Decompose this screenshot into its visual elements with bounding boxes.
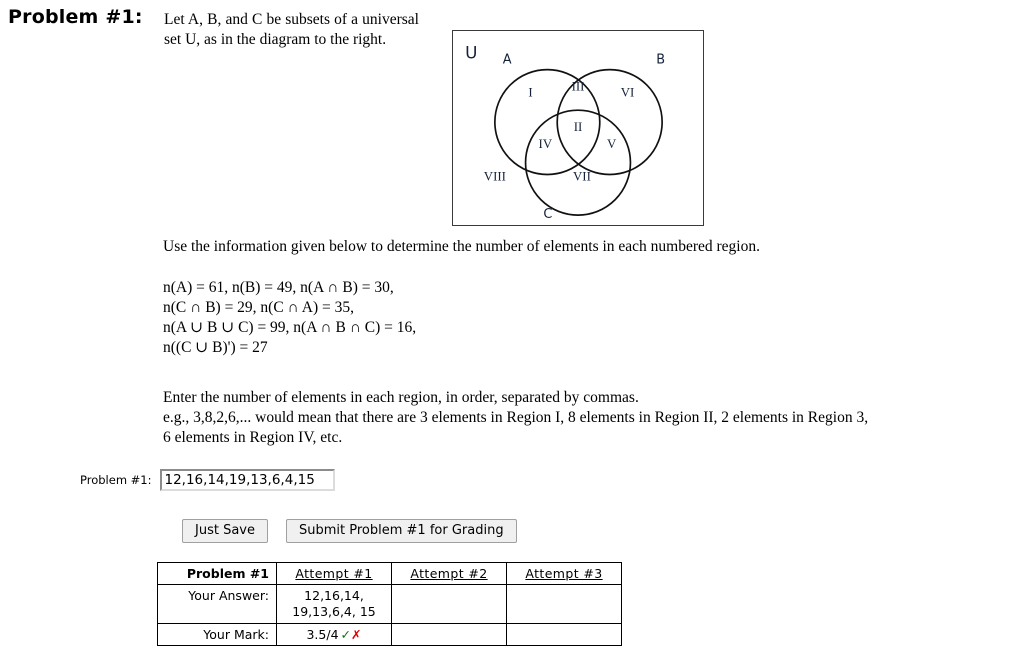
answer-input-label: Problem #1: bbox=[80, 473, 152, 487]
venn-region-label-7: VII bbox=[573, 169, 591, 183]
table-header-attempt-2: Attempt #2 bbox=[391, 562, 507, 585]
table-header-attempt-3: Attempt #3 bbox=[506, 562, 622, 585]
entry-instruction-line-1: Enter the number of elements in each reg… bbox=[163, 389, 639, 406]
venn-region-label-2: II bbox=[574, 120, 583, 134]
venn-region-label-8: VIII bbox=[484, 169, 506, 183]
given-value-line-2: n(C ∩ B) = 29, n(C ∩ A) = 35, bbox=[163, 299, 354, 316]
your-answer-attempt-2 bbox=[391, 584, 507, 624]
venn-region-label-6: VI bbox=[621, 85, 635, 99]
venn-universe-label: U bbox=[465, 43, 477, 63]
check-mark-icon: ✓ bbox=[340, 627, 352, 642]
results-table-wrapper: Problem #1 Attempt #1 Attempt #2 Attempt… bbox=[157, 562, 622, 646]
attempts-results-table: Problem #1 Attempt #1 Attempt #2 Attempt… bbox=[157, 562, 622, 646]
your-mark-attempt-1: 3.5/4 ✓✗ bbox=[276, 623, 392, 646]
table-header-attempt-1: Attempt #1 bbox=[276, 562, 392, 585]
venn-region-label-1: I bbox=[528, 85, 532, 99]
table-row: Your Answer: 12,16,14, 19,13,6,4, 15 bbox=[157, 584, 622, 624]
form-button-row: Just Save Submit Problem #1 for Grading bbox=[182, 519, 517, 543]
just-save-button[interactable]: Just Save bbox=[182, 519, 268, 543]
table-header-row: Problem #1 Attempt #1 Attempt #2 Attempt… bbox=[157, 562, 622, 585]
venn-region-label-5: V bbox=[607, 137, 617, 151]
entry-instructions-block: Enter the number of elements in each reg… bbox=[163, 388, 1018, 448]
venn-set-label-b: B bbox=[656, 53, 665, 68]
use-information-line: Use the information given below to deter… bbox=[163, 238, 760, 255]
table-row: Your Mark: 3.5/4 ✓✗ bbox=[157, 623, 622, 646]
cross-mark-icon: ✗ bbox=[351, 627, 362, 642]
entry-instruction-line-3: 6 elements in Region IV, etc. bbox=[163, 429, 343, 446]
your-mark-attempt-2 bbox=[391, 623, 507, 646]
venn-diagram-svg: U A B C I III VI II IV V VII VIII bbox=[465, 43, 665, 222]
page-title: Problem #1: bbox=[8, 6, 143, 28]
your-mark-label: Your Mark: bbox=[157, 623, 277, 646]
table-header-problem: Problem #1 bbox=[157, 562, 277, 585]
given-value-line-3: n(A ∪ B ∪ C) = 99, n(A ∩ B ∩ C) = 16, bbox=[163, 319, 417, 336]
answer-input-row: Problem #1: bbox=[80, 469, 335, 491]
answer-input[interactable] bbox=[159, 469, 335, 491]
submit-for-grading-button[interactable]: Submit Problem #1 for Grading bbox=[286, 519, 517, 543]
your-answer-label: Your Answer: bbox=[157, 584, 277, 624]
attempt-2-label: Attempt #2 bbox=[410, 566, 488, 581]
given-values-block: n(A) = 61, n(B) = 49, n(A ∩ B) = 30, n(C… bbox=[163, 278, 663, 358]
given-value-line-4: n((C ∪ B)') = 27 bbox=[163, 339, 268, 356]
entry-instruction-line-2: e.g., 3,8,2,6,... would mean that there … bbox=[163, 409, 869, 426]
given-value-line-1: n(A) = 61, n(B) = 49, n(A ∩ B) = 30, bbox=[163, 279, 394, 296]
venn-set-label-c: C bbox=[543, 207, 552, 222]
attempt-1-label: Attempt #1 bbox=[295, 566, 373, 581]
attempt-3-label: Attempt #3 bbox=[525, 566, 603, 581]
mark-score-value: 3.5/4 bbox=[306, 627, 339, 642]
venn-set-label-a: A bbox=[503, 53, 512, 68]
your-mark-attempt-3 bbox=[506, 623, 622, 646]
venn-region-label-4: IV bbox=[539, 137, 553, 151]
venn-region-label-3: III bbox=[572, 79, 585, 93]
your-answer-attempt-1: 12,16,14, 19,13,6,4, 15 bbox=[276, 584, 392, 624]
problem-intro-text: Let A, B, and C be subsets of a universa… bbox=[164, 11, 419, 48]
venn-diagram-figure: U A B C I III VI II IV V VII VIII bbox=[452, 30, 704, 226]
your-answer-attempt-3 bbox=[506, 584, 622, 624]
